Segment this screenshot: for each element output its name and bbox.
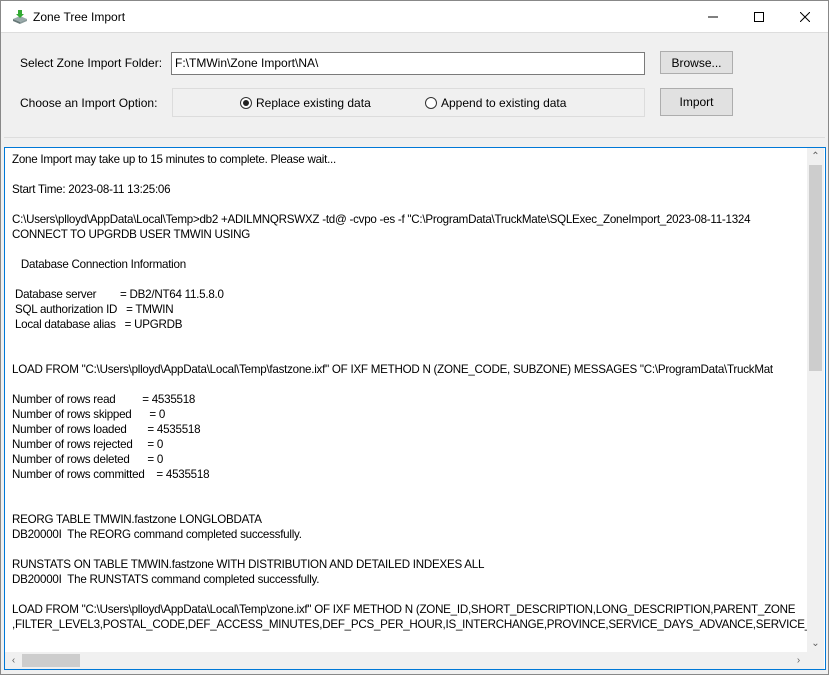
import-option-group: Replace existing data Append to existing… <box>172 88 645 117</box>
scrollbar-corner <box>807 652 824 669</box>
vertical-scroll-thumb[interactable] <box>809 165 822 371</box>
log-output[interactable]: Zone Import may take up to 15 minutes to… <box>4 147 826 670</box>
log-line: DB20000I The REORG command completed suc… <box>12 528 302 541</box>
log-line: Local database alias = UPGRDB <box>12 318 183 331</box>
radio-label: Append to existing data <box>441 96 567 110</box>
radio-replace-existing[interactable]: Replace existing data <box>240 96 371 110</box>
log-line: LOAD FROM "C:\Users\plloyd\AppData\Local… <box>12 363 773 376</box>
scroll-up-icon[interactable]: ⌃ <box>807 148 824 165</box>
close-icon <box>800 12 810 22</box>
log-line: C:\Users\plloyd\AppData\Local\Temp>db2 +… <box>12 213 751 226</box>
import-button[interactable]: Import <box>660 88 733 116</box>
minimize-icon <box>708 16 718 18</box>
log-line: Number of rows loaded = 4535518 <box>12 423 201 436</box>
radio-append-existing[interactable]: Append to existing data <box>425 96 566 110</box>
log-line: Number of rows rejected = 0 <box>12 438 164 451</box>
log-line: Number of rows committed = 4535518 <box>12 468 210 481</box>
horizontal-scrollbar[interactable]: ‹ › <box>5 652 807 669</box>
zone-tree-import-window: Zone Tree Import Select Zone Import Fold… <box>0 0 829 675</box>
log-line: LOAD FROM "C:\Users\plloyd\AppData\Local… <box>12 603 796 616</box>
log-line: Database Connection Information <box>12 258 186 271</box>
log-line: Number of rows deleted = 0 <box>12 453 164 466</box>
scroll-right-icon[interactable]: › <box>790 652 807 669</box>
import-drive-icon <box>13 10 27 24</box>
close-button[interactable] <box>782 1 828 33</box>
log-line: REORG TABLE TMWIN.fastzone LONGLOBDATA <box>12 513 262 526</box>
log-line: RUNSTATS ON TABLE TMWIN.fastzone WITH DI… <box>12 558 485 571</box>
log-line: DB20000I The RUNSTATS command completed … <box>12 573 320 586</box>
log-line: SQL authorization ID = TMWIN <box>12 303 174 316</box>
log-lines: Zone Import may take up to 15 minutes to… <box>12 152 807 652</box>
browse-button[interactable]: Browse... <box>660 51 733 74</box>
maximize-icon <box>754 12 764 22</box>
horizontal-scroll-thumb[interactable] <box>22 654 80 667</box>
log-line: CONNECT TO UPGRDB USER TMWIN USING <box>12 228 250 241</box>
window-title: Zone Tree Import <box>33 10 126 24</box>
radio-selected-icon <box>240 97 252 109</box>
log-line: Database server = DB2/NT64 11.5.8.0 <box>12 288 224 301</box>
minimize-button[interactable] <box>690 1 736 33</box>
log-line: Zone Import may take up to 15 minutes to… <box>12 153 336 166</box>
log-line: ,FILTER_LEVEL3,POSTAL_CODE,DEF_ACCESS_MI… <box>12 618 807 631</box>
folder-input[interactable]: F:\TMWin\Zone Import\NA\ <box>171 52 645 75</box>
import-option-label: Choose an Import Option: <box>20 96 158 110</box>
maximize-button[interactable] <box>736 1 782 33</box>
radio-unselected-icon <box>425 97 437 109</box>
title-bar[interactable]: Zone Tree Import <box>1 1 828 33</box>
log-line: Number of rows read = 4535518 <box>12 393 196 406</box>
vertical-scrollbar[interactable]: ⌃ ⌄ <box>807 148 824 652</box>
scroll-left-icon[interactable]: ‹ <box>5 652 22 669</box>
log-line: Number of rows skipped = 0 <box>12 408 166 421</box>
options-panel <box>4 34 825 138</box>
folder-label: Select Zone Import Folder: <box>20 56 163 70</box>
scroll-down-icon[interactable]: ⌄ <box>807 635 824 652</box>
log-line: Start Time: 2023-08-11 13:25:06 <box>12 183 171 196</box>
radio-label: Replace existing data <box>256 96 371 110</box>
